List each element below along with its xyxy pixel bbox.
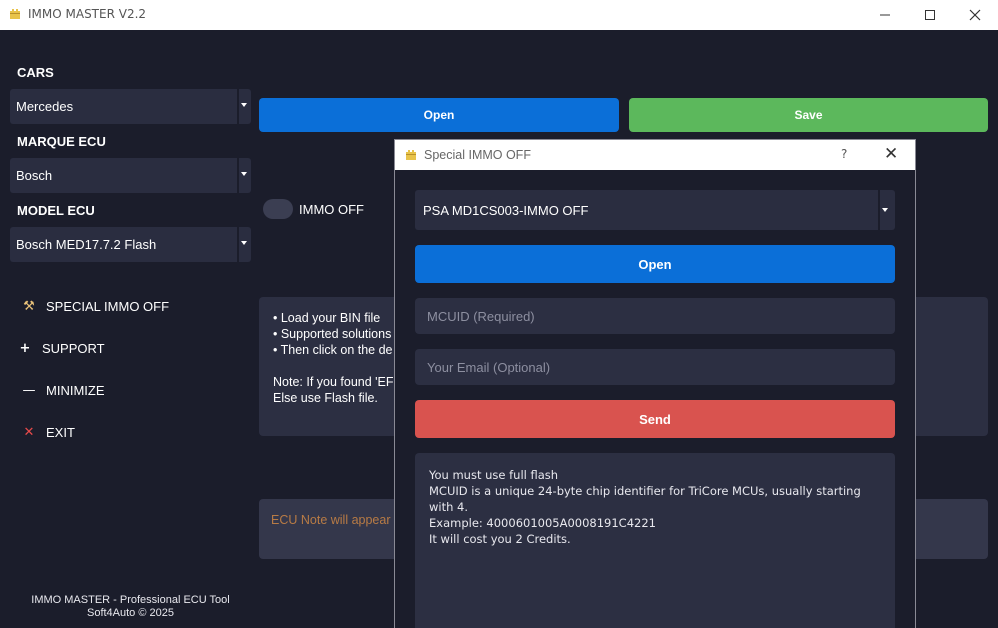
- model-ecu-select-value: Bosch MED17.7.2 Flash: [16, 237, 157, 252]
- minimize-icon: [880, 14, 890, 16]
- select-divider: [237, 158, 239, 193]
- window-titlebar: IMMO MASTER V2.2: [0, 0, 998, 30]
- immo-off-toggle[interactable]: [263, 199, 293, 219]
- select-divider: [237, 89, 239, 124]
- window-minimize-button[interactable]: [862, 0, 908, 30]
- window-maximize-button[interactable]: [907, 0, 953, 30]
- model-ecu-label: MODEL ECU: [17, 203, 95, 218]
- dialog-titlebar: Special IMMO OFF ? ✕: [395, 140, 915, 170]
- immo-off-label: IMMO OFF: [299, 202, 364, 217]
- marque-ecu-select[interactable]: Bosch: [10, 158, 251, 193]
- menu-label: EXIT: [46, 424, 75, 440]
- help-icon[interactable]: ?: [841, 147, 847, 161]
- dialog-info-line: MCUID is a unique 24-byte chip identifie…: [429, 484, 861, 514]
- dialog-info-line: It will cost you 2 Credits.: [429, 532, 571, 546]
- window-close-button[interactable]: [952, 0, 998, 30]
- dropdown-arrow-icon: [882, 208, 888, 212]
- menu-label: SPECIAL IMMO OFF: [46, 298, 170, 314]
- send-button[interactable]: Send: [415, 400, 895, 438]
- info-line: Else use Flash file.: [273, 391, 378, 405]
- app-icon: [10, 9, 20, 19]
- menu-support[interactable]: + SUPPORT: [16, 337, 105, 359]
- dropdown-arrow-icon: [241, 241, 247, 245]
- dialog-close-icon[interactable]: ✕: [884, 144, 898, 164]
- dropdown-arrow-icon: [241, 172, 247, 176]
- marque-ecu-select-value: Bosch: [16, 168, 53, 183]
- solution-select-value: PSA MD1CS003-IMMO OFF: [423, 203, 589, 218]
- select-divider: [878, 190, 880, 230]
- ecu-note-placeholder: ECU Note will appear: [271, 513, 391, 527]
- dialog-info-box: You must use full flash MCUID is a uniqu…: [415, 453, 895, 628]
- info-line: Note: If you found 'EF: [273, 375, 394, 389]
- dialog-open-button[interactable]: Open: [415, 245, 895, 283]
- footer-copyright-line: Soft4Auto © 2025: [86, 607, 174, 619]
- tools-icon: ⚒: [23, 298, 35, 314]
- cars-select[interactable]: Mercedes: [10, 89, 251, 124]
- select-divider: [237, 227, 239, 262]
- info-line: • Then click on the de: [273, 343, 393, 357]
- marque-ecu-label: MARQUE ECU: [17, 134, 106, 149]
- solution-select[interactable]: PSA MD1CS003-IMMO OFF: [415, 190, 895, 230]
- email-input[interactable]: [415, 349, 895, 385]
- model-ecu-select[interactable]: Bosch MED17.7.2 Flash: [10, 227, 251, 262]
- minimize-icon: —: [22, 382, 36, 398]
- save-button[interactable]: Save: [629, 98, 988, 132]
- menu-minimize[interactable]: — MINIMIZE: [20, 379, 105, 401]
- close-icon: ✕: [23, 424, 35, 440]
- dialog-info-line: Example: 4000601005A0008191C4221: [429, 516, 656, 530]
- info-line: • Supported solutions: [273, 327, 392, 341]
- cars-label: CARS: [17, 65, 54, 80]
- dialog-title: Special IMMO OFF: [424, 148, 531, 162]
- mcuid-input[interactable]: [415, 298, 895, 334]
- footer-product-line: IMMO MASTER - Professional ECU Tool: [31, 594, 230, 606]
- app-icon: [406, 150, 416, 160]
- menu-label: MINIMIZE: [46, 382, 105, 398]
- dialog-info-line: You must use full flash: [429, 468, 559, 482]
- close-icon: [969, 9, 981, 21]
- special-immo-off-dialog: Special IMMO OFF ? ✕ PSA MD1CS003-IMMO O…: [394, 139, 916, 628]
- dropdown-arrow-icon: [241, 103, 247, 107]
- menu-label: SUPPORT: [42, 340, 105, 356]
- menu-special-immo-off[interactable]: ⚒ SPECIAL IMMO OFF: [20, 295, 169, 317]
- window-title: IMMO MASTER V2.2: [28, 7, 147, 21]
- cars-select-value: Mercedes: [16, 99, 74, 114]
- maximize-icon: [925, 10, 935, 20]
- info-line: • Load your BIN file: [273, 311, 381, 325]
- menu-exit[interactable]: ✕ EXIT: [20, 421, 75, 443]
- open-button[interactable]: Open: [259, 98, 619, 132]
- plus-icon: +: [19, 340, 31, 356]
